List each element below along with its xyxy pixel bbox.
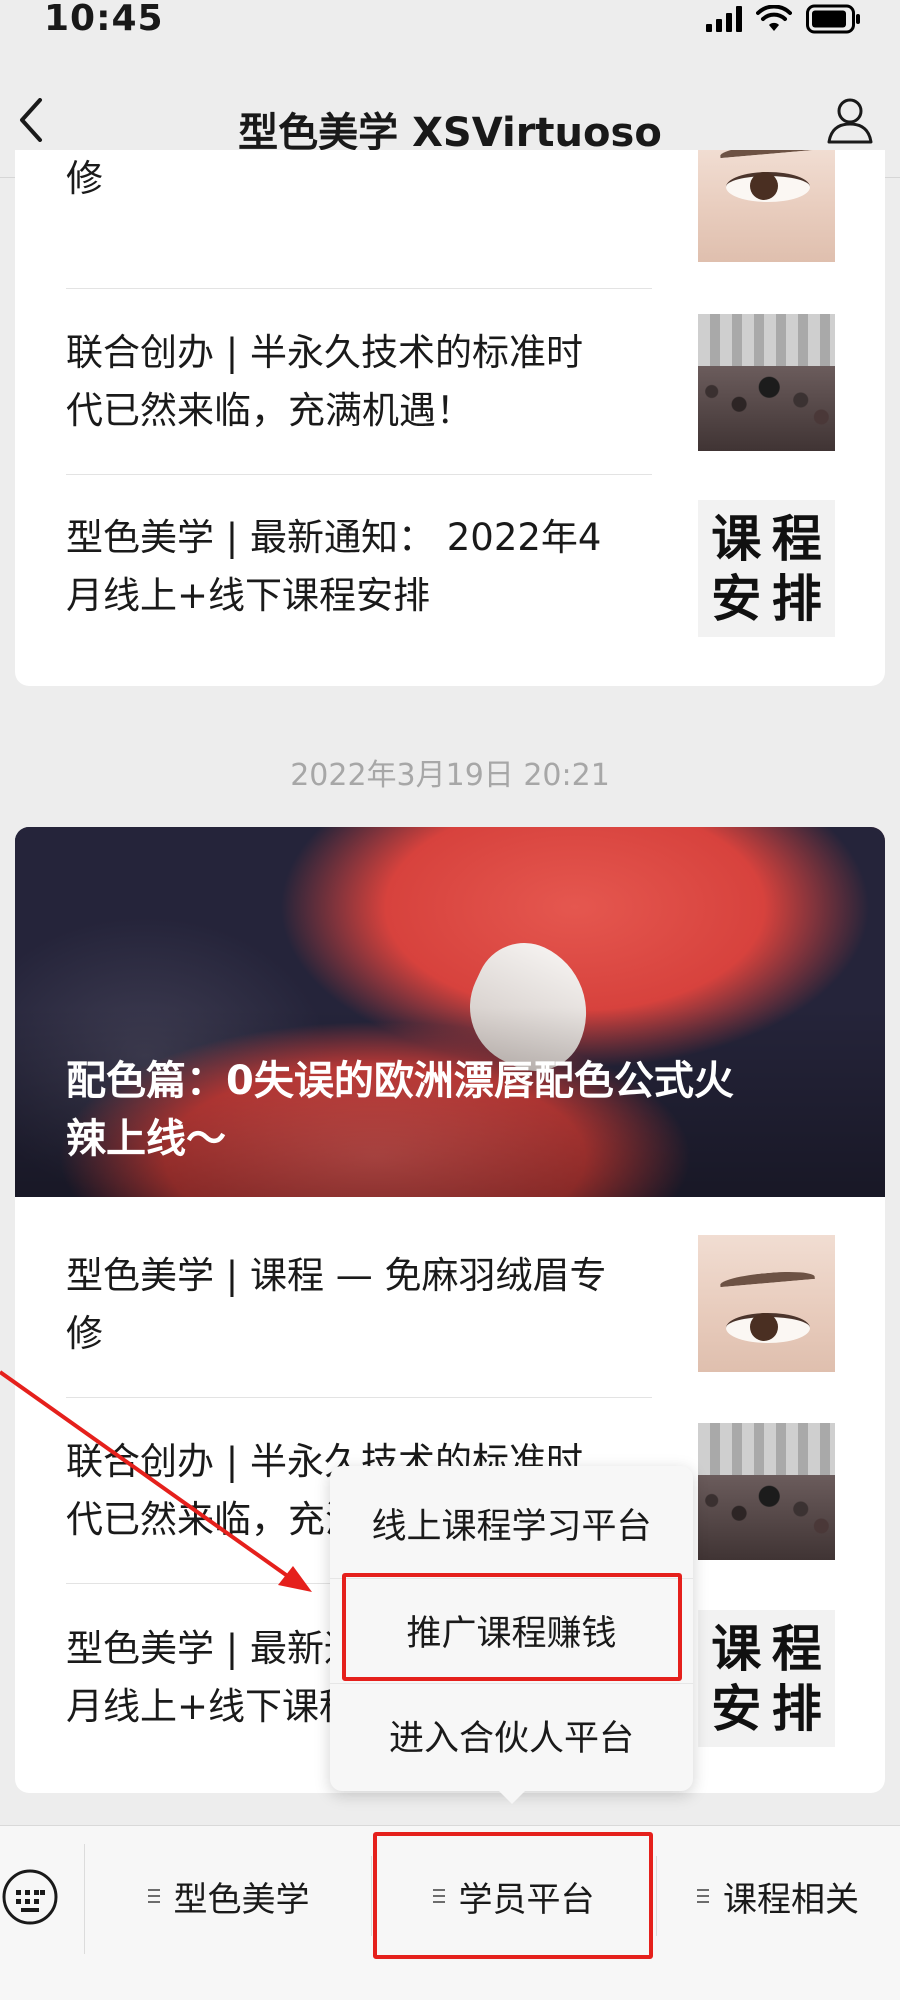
- article-title-line: 月线上+线下课程安排: [66, 574, 431, 617]
- person-icon: [827, 98, 873, 144]
- menu-lines-icon: [697, 1889, 709, 1903]
- article-group-card: 修 联合创办 | 半永久技术的标准时 代已然来临，充满机遇！ 型色美学 | 最新…: [15, 150, 885, 686]
- status-icons: [706, 2, 862, 36]
- article-thumbnail: [698, 314, 835, 451]
- menu-tab-courses[interactable]: 课程相关: [656, 1826, 900, 1966]
- menu-tab-label: 型色美学: [173, 1879, 310, 1920]
- menu-tab-brand[interactable]: 型色美学: [86, 1826, 371, 1966]
- divider: [66, 474, 652, 475]
- article-thumbnail: [698, 1235, 835, 1372]
- divider: [66, 288, 652, 289]
- article-title-line: 代已然来临，充满机遇！: [66, 389, 473, 432]
- article-thumbnail: 课程 安排: [698, 1610, 835, 1747]
- menu-item-partner-platform[interactable]: 进入合伙人平台: [330, 1683, 693, 1787]
- cover-article[interactable]: 配色篇：0失误的欧洲漂唇配色公式火 辣上线～: [15, 827, 885, 1197]
- article-title-line: 联合创办 | 半永久技术的标准时: [66, 331, 583, 374]
- cellular-signal-icon: [706, 6, 742, 32]
- cover-title-line: 辣上线～: [66, 1116, 226, 1162]
- article-title: 修: [66, 150, 666, 208]
- highlight-box: [342, 1573, 682, 1681]
- article-title-line: 修: [66, 157, 103, 200]
- article-title: 型色美学 | 课程 — 免麻羽绒眉专 修: [66, 1247, 666, 1363]
- profile-button[interactable]: [820, 90, 880, 150]
- keyboard-icon: [2, 1869, 58, 1925]
- divider: [84, 1844, 85, 1954]
- message-timestamp: 2022年3月19日 20:21: [290, 758, 610, 793]
- menu-item-online-learning[interactable]: 线上课程学习平台: [330, 1471, 693, 1575]
- article-title-line: 型色美学 | 最新通知： 2022年4: [66, 516, 602, 559]
- article-title: 型色美学 | 最新通知： 2022年4 月线上+线下课程安排: [66, 509, 666, 625]
- article-title: 联合创办 | 半永久技术的标准时 代已然来临，充满机遇！: [66, 324, 666, 440]
- article-thumbnail: 课程 安排: [698, 500, 835, 637]
- status-bar: 10:45: [0, 0, 900, 60]
- article-title-line: 修: [66, 1312, 103, 1355]
- menu-lines-icon: [147, 1889, 160, 1903]
- cover-title-line: 配色篇：0失误的欧洲漂唇配色公式火: [66, 1058, 734, 1104]
- menu-tab-label: 课程相关: [723, 1879, 859, 1920]
- annotation-arrow-icon: [0, 1370, 312, 1592]
- wifi-icon: [756, 5, 792, 31]
- battery-icon: [806, 4, 860, 34]
- highlight-box: [373, 1832, 653, 1959]
- article-thumbnail: [698, 1423, 835, 1560]
- article-title-line: 型色美学 | 课程 — 免麻羽绒眉专: [66, 1254, 607, 1297]
- cover-title: 配色篇：0失误的欧洲漂唇配色公式火 辣上线～: [66, 1052, 856, 1168]
- article-thumbnail: [698, 150, 835, 262]
- keyboard-toggle-button[interactable]: [0, 1866, 60, 1928]
- status-time: 10:45: [44, 0, 164, 39]
